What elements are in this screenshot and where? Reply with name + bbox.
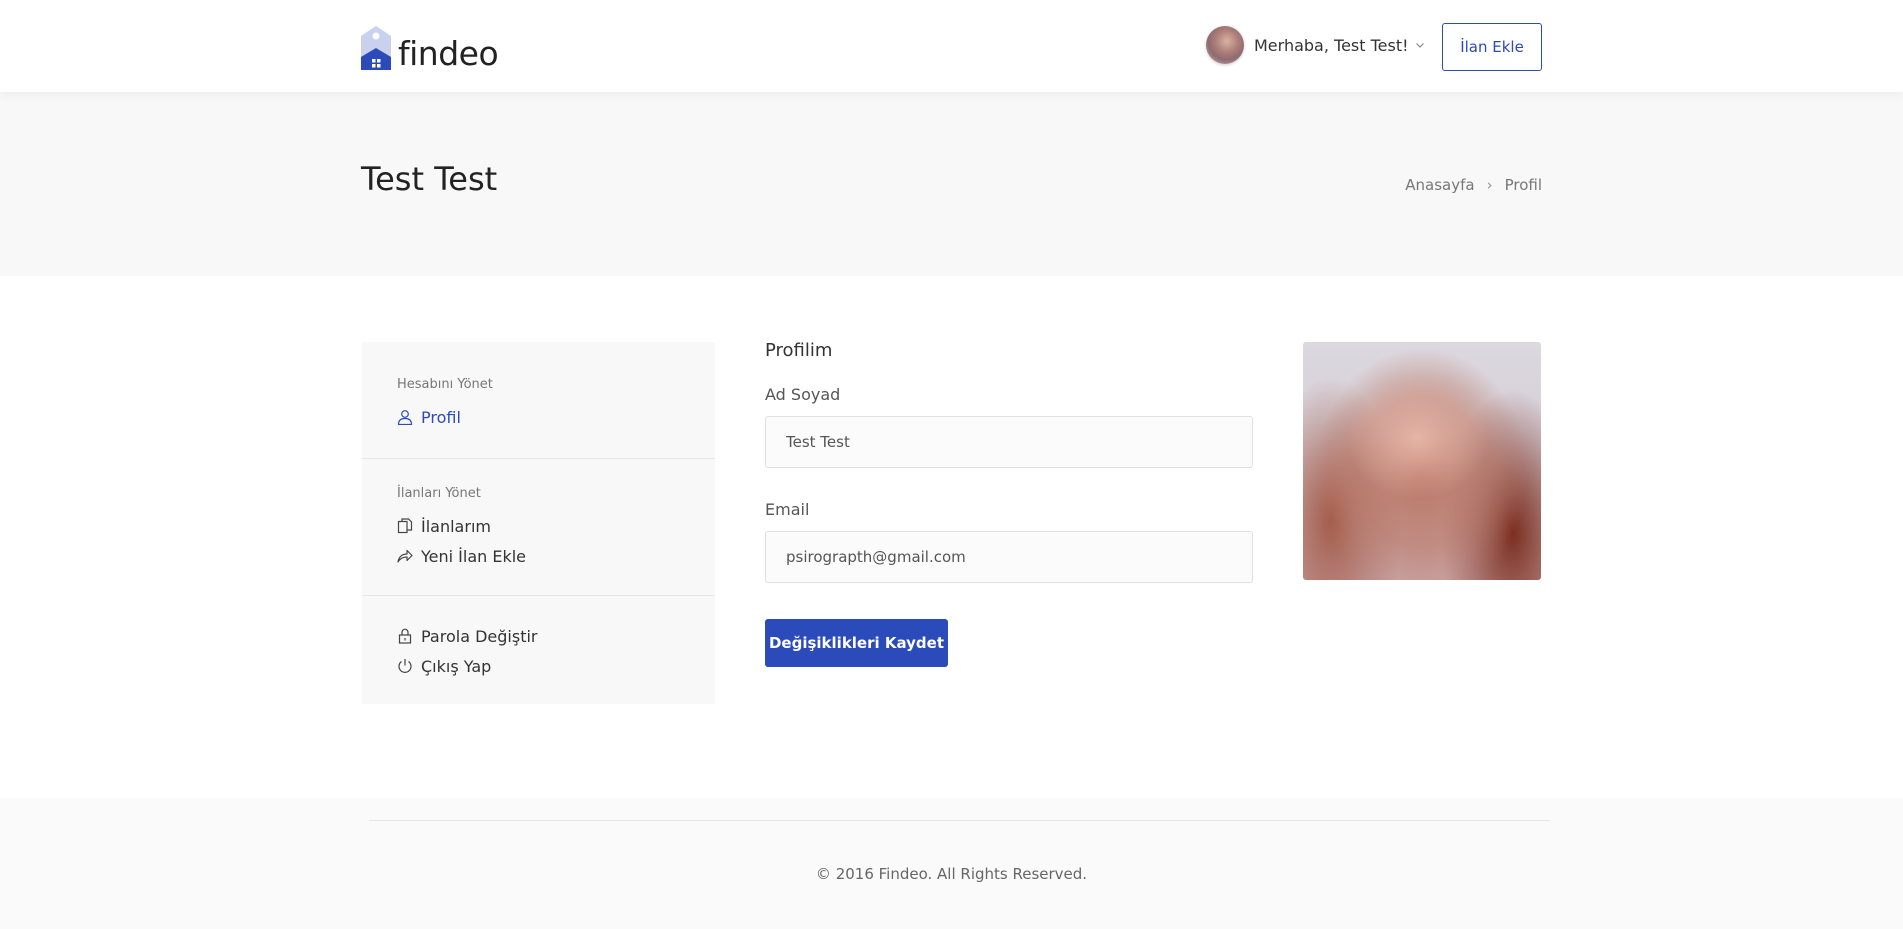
logo[interactable]: findeo bbox=[361, 26, 499, 73]
power-icon bbox=[398, 659, 412, 673]
form-title: Profilim bbox=[765, 340, 833, 361]
email-field[interactable] bbox=[765, 531, 1253, 583]
site-header: findeo Merhaba, Test Test! İlan Ekle bbox=[0, 0, 1903, 92]
sidebar-item-my-listings[interactable]: İlanlarım bbox=[397, 511, 680, 541]
sidebar-item-label: Profil bbox=[421, 407, 461, 427]
sidebar-group-listings: İlanları Yönet İlanlarım Yeni İlan Ekle bbox=[362, 459, 715, 596]
sidebar-item-change-password[interactable]: Parola Değiştir bbox=[397, 621, 680, 651]
chevron-down-icon bbox=[1415, 43, 1424, 48]
sidebar-item-label: İlanlarım bbox=[421, 516, 491, 536]
avatar bbox=[1206, 26, 1244, 64]
breadcrumb: Anasayfa › Profil bbox=[1405, 176, 1542, 194]
dashboard-sidebar: Hesabını Yönet Profil İlanları Yönet İla… bbox=[362, 342, 715, 704]
sidebar-item-label: Parola Değiştir bbox=[421, 626, 538, 646]
lock-icon bbox=[398, 628, 412, 644]
user-menu[interactable]: Merhaba, Test Test! bbox=[1206, 26, 1425, 64]
titlebar: Test Test Anasayfa › Profil bbox=[0, 92, 1903, 276]
profile-form: Profilim Ad Soyad Email Değişiklikleri K… bbox=[765, 340, 1253, 667]
page-title: Test Test bbox=[361, 160, 498, 198]
sidebar-item-new-listing[interactable]: Yeni İlan Ekle bbox=[397, 541, 680, 571]
profile-photo[interactable] bbox=[1303, 342, 1541, 580]
footer-divider bbox=[369, 820, 1550, 821]
sidebar-item-profile[interactable]: Profil bbox=[397, 402, 680, 432]
save-changes-button[interactable]: Değişiklikleri Kaydet bbox=[765, 619, 948, 667]
breadcrumb-home-link[interactable]: Anasayfa bbox=[1405, 176, 1474, 194]
sidebar-item-logout[interactable]: Çıkış Yap bbox=[397, 651, 680, 681]
sidebar-item-label: Yeni İlan Ekle bbox=[421, 546, 527, 566]
breadcrumb-current: Profil bbox=[1504, 176, 1542, 194]
site-footer: © 2016 Findeo. All Rights Reserved. bbox=[0, 798, 1903, 929]
sidebar-item-label: Çıkış Yap bbox=[421, 656, 492, 676]
name-label: Ad Soyad bbox=[765, 385, 841, 404]
logo-text: findeo bbox=[398, 34, 499, 73]
name-field[interactable] bbox=[765, 416, 1253, 468]
sidebar-heading: İlanları Yönet bbox=[397, 486, 481, 501]
add-listing-button[interactable]: İlan Ekle bbox=[1442, 23, 1542, 71]
sidebar-group-settings: Parola Değiştir Çıkış Yap bbox=[362, 596, 715, 681]
sidebar-group-account: Hesabını Yönet Profil bbox=[362, 342, 715, 459]
sidebar-heading: Hesabını Yönet bbox=[397, 377, 493, 392]
user-greeting: Merhaba, Test Test! bbox=[1254, 35, 1409, 55]
user-icon bbox=[397, 410, 413, 425]
copyright-text: © 2016 Findeo. All Rights Reserved. bbox=[815, 865, 1088, 883]
share-arrow-icon bbox=[397, 549, 413, 563]
copy-icon bbox=[397, 518, 413, 534]
house-logo-icon bbox=[361, 26, 391, 70]
breadcrumb-separator-icon: › bbox=[1486, 176, 1493, 194]
email-label: Email bbox=[765, 500, 810, 519]
